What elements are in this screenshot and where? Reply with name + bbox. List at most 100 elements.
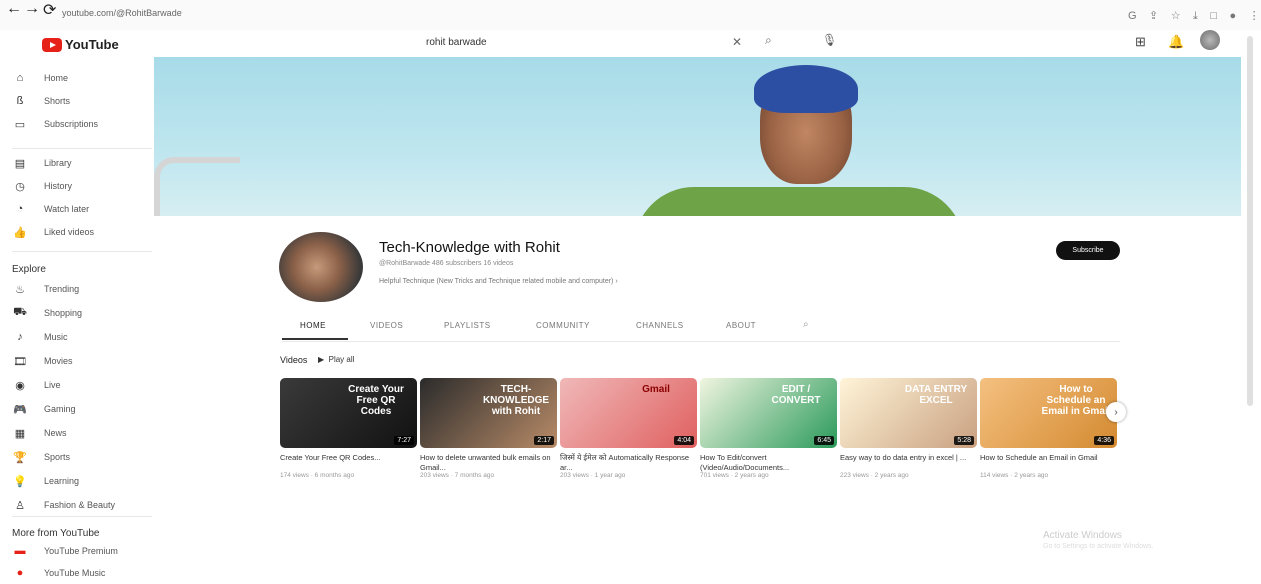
sidebar-item-shorts[interactable]: ß Shorts [12, 93, 70, 109]
sidebar-item-live[interactable]: ◉ Live [12, 377, 60, 393]
video-title[interactable]: How to Schedule an Email in Gmail [980, 453, 1115, 463]
fashion-icon: ♙ [15, 499, 25, 512]
sidebar-item-news[interactable]: ▦ News [12, 425, 67, 441]
sidebar-item-sports[interactable]: 🏆 Sports [12, 449, 70, 465]
sidebar-item-shopping[interactable]: ⛟ Shopping [12, 305, 82, 321]
sidebar-item-youtube-premium[interactable]: ▬ YouTube Premium [12, 543, 118, 559]
active-tab-indicator [282, 338, 348, 340]
tab-about[interactable]: ABOUT [726, 321, 756, 330]
window-icon[interactable]: □ [1210, 10, 1217, 22]
sidebar-item-label: Fashion & Beauty [44, 500, 116, 510]
sidebar-item-label: Home [44, 73, 69, 83]
shorts-icon: ß [16, 95, 24, 107]
clear-search-icon[interactable]: ✕ [732, 35, 742, 49]
tab-playlists[interactable]: PLAYLISTS [444, 321, 491, 330]
sidebar-item-label: History [44, 181, 73, 191]
sidebar-divider [12, 251, 152, 252]
sidebar-item-music[interactable]: ♪ Music [12, 329, 68, 345]
sidebar-item-gaming[interactable]: 🎮 Gaming [12, 401, 75, 417]
video-meta: 114 views · 2 years ago [980, 472, 1049, 479]
sidebar-item-youtube-music[interactable]: ● YouTube Music [12, 565, 106, 581]
sidebar-item-subscriptions[interactable]: ▭ Subscriptions [12, 116, 98, 132]
back-icon[interactable]: ← [6, 0, 22, 18]
home-icon: ⌂ [16, 72, 24, 84]
sidebar-item-liked-videos[interactable]: 👍 Liked videos [12, 224, 94, 240]
next-arrow-button[interactable]: › [1106, 402, 1126, 422]
sidebar-item-fashion-beauty[interactable]: ♙ Fashion & Beauty [12, 497, 115, 513]
reload-icon[interactable]: ⟳ [43, 0, 56, 20]
sidebar-item-label: Shorts [44, 96, 71, 106]
thumbnail-text: Create Your Free QR Codes [348, 384, 404, 417]
tab-videos[interactable]: VIDEOS [370, 321, 403, 330]
profile-icon[interactable]: ● [1229, 10, 1236, 22]
sidebar-item-trending[interactable]: ♨ Trending [12, 281, 79, 297]
video-duration: 4:04 [674, 436, 694, 445]
address-bar[interactable]: youtube.com/@RohitBarwade [62, 8, 182, 18]
youtube-logo[interactable]: YouTube [42, 37, 119, 52]
video-thumbnail[interactable]: How to Schedule an Email in Gmail 4:36 [980, 378, 1117, 448]
more-heading: More from YouTube [12, 528, 100, 539]
sidebar-item-label: Library [44, 158, 72, 168]
search-box[interactable]: rohit barwade ✕ [420, 32, 750, 52]
forward-icon[interactable]: → [24, 0, 40, 18]
share-icon[interactable]: ⇪ [1149, 9, 1158, 22]
youtube-play-icon [42, 37, 62, 52]
video-title[interactable]: How To Edit/convert (Video/Audio/Documen… [700, 453, 835, 473]
subscribe-button[interactable]: Subscribe [1056, 241, 1120, 260]
channel-banner [154, 57, 1241, 216]
scrollbar[interactable] [1247, 36, 1253, 406]
channel-avatar[interactable] [279, 232, 363, 302]
video-thumbnail[interactable]: TECH-KNOWLEDGE with Rohit 2:17 [420, 378, 557, 448]
gaming-icon: 🎮 [13, 403, 27, 416]
sidebar-item-label: Music [44, 332, 68, 342]
sidebar-item-label: Liked videos [44, 227, 95, 237]
sidebar-item-home[interactable]: ⌂ Home [12, 70, 68, 86]
play-all-button[interactable]: ▶ Play all [318, 355, 354, 364]
channel-description[interactable]: Helpful Technique (New Tricks and Techni… [379, 278, 618, 285]
download-icon[interactable]: ⤓ [1193, 10, 1198, 23]
video-duration: 4:36 [1094, 436, 1114, 445]
sidebar-item-label: Watch later [44, 204, 90, 214]
sidebar-item-history[interactable]: ◷ History [12, 178, 72, 194]
sidebar-item-library[interactable]: ▤ Library [12, 155, 72, 171]
sidebar-divider [12, 516, 152, 517]
tab-channels[interactable]: CHANNELS [636, 321, 684, 330]
sidebar-item-label: Subscriptions [44, 119, 99, 129]
sidebar-item-learning[interactable]: 💡 Learning [12, 473, 79, 489]
tab-home[interactable]: HOME [300, 321, 326, 330]
menu-icon[interactable]: ⋮ [1249, 9, 1260, 22]
sidebar-item-movies[interactable]: 🎞 Movies [12, 353, 73, 369]
search-icon[interactable]: ⌕ [765, 33, 772, 48]
video-duration: 6:45 [814, 436, 834, 445]
search-input[interactable]: rohit barwade [426, 37, 732, 48]
notifications-icon[interactable]: 🔔 [1168, 34, 1184, 50]
mic-icon[interactable]: 🎙 [822, 33, 837, 47]
chevron-right-icon: › [1114, 406, 1118, 418]
video-meta: 701 views · 2 years ago [700, 472, 769, 479]
tab-community[interactable]: COMMUNITY [536, 321, 590, 330]
video-thumbnail[interactable]: DATA ENTRY EXCEL 5:28 [840, 378, 977, 448]
sidebar-item-watch-later[interactable]: ◔ Watch later [12, 201, 90, 217]
banner-railing [154, 157, 240, 216]
channel-meta: @RohitBarwade 486 subscribers 16 videos [379, 260, 514, 267]
learning-icon: 💡 [13, 475, 27, 488]
video-title[interactable]: जिस्में ये ईमेल को Automatically Respons… [560, 453, 695, 473]
video-thumbnail[interactable]: EDIT / CONVERT 6:45 [700, 378, 837, 448]
account-avatar[interactable] [1200, 30, 1220, 50]
sidebar-item-label: Shopping [44, 308, 83, 318]
sidebar-item-label: Trending [44, 284, 80, 294]
create-video-icon[interactable]: ⊞ [1135, 34, 1146, 50]
video-thumbnail[interactable]: Gmail 4:04 [560, 378, 697, 448]
thumbnail-text: DATA ENTRY EXCEL [904, 384, 968, 406]
channel-name: Tech-Knowledge with Rohit [379, 239, 560, 256]
translate-icon[interactable]: G [1128, 10, 1137, 22]
activate-windows-hint: Go to Settings to activate Windows. [1043, 543, 1154, 550]
video-title[interactable]: Create Your Free QR Codes... [280, 453, 415, 463]
video-title[interactable]: Easy way to do data entry in excel | ... [840, 453, 975, 463]
video-title[interactable]: How to delete unwanted bulk emails on Gm… [420, 453, 555, 473]
live-icon: ◉ [15, 379, 25, 392]
explore-heading: Explore [12, 264, 46, 275]
bookmark-star-icon[interactable]: ☆ [1171, 9, 1181, 22]
video-thumbnail[interactable]: Create Your Free QR Codes 7:27 [280, 378, 417, 448]
channel-search-icon[interactable]: ⌕ [803, 319, 809, 330]
